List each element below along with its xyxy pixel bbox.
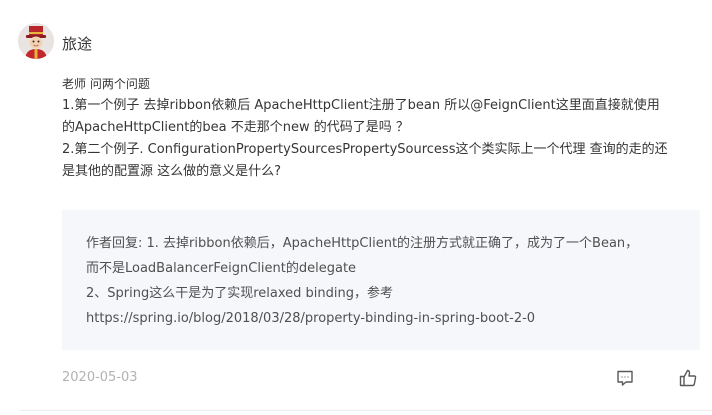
reply-line: 2、Spring这么干是为了实现relaxed binding，参考 <box>86 286 393 301</box>
reply-link: https://spring.io/blog/2018/03/28/proper… <box>86 311 536 326</box>
author-reply-box: 作者回复: 1. 去掉ribbon依赖后，ApacheHttpClient的注册… <box>62 210 700 350</box>
avatar[interactable] <box>18 23 54 59</box>
comment-line: 是其他的配置源 这么做的意义是什么? <box>62 164 282 179</box>
comment-author-name[interactable]: 旅途 <box>62 34 92 54</box>
comment-line: 的ApacheHttpClient的bea 不走那个new 的代码了是吗 ？ <box>62 120 409 135</box>
comment-body: 老师 问两个问题 1.第一个例子 去掉ribbon依赖后 ApacheHttpC… <box>62 75 702 183</box>
reply-line: 而不是LoadBalancerFeignClient的delegate <box>86 261 357 276</box>
comment-line: 2.第二个例子. ConfigurationPropertySourcesPro… <box>62 142 668 157</box>
thumbs-up-icon[interactable] <box>678 368 698 388</box>
divider <box>20 410 712 411</box>
comment-date: 2020-05-03 <box>62 370 138 385</box>
reply-line: 作者回复: 1. 去掉ribbon依赖后，ApacheHttpClient的注册… <box>86 236 639 251</box>
comment-line: 1.第一个例子 去掉ribbon依赖后 ApacheHttpClient注册了b… <box>62 98 660 113</box>
comment-greeting: 老师 问两个问题 <box>62 77 150 91</box>
comment-icon[interactable] <box>615 368 635 388</box>
